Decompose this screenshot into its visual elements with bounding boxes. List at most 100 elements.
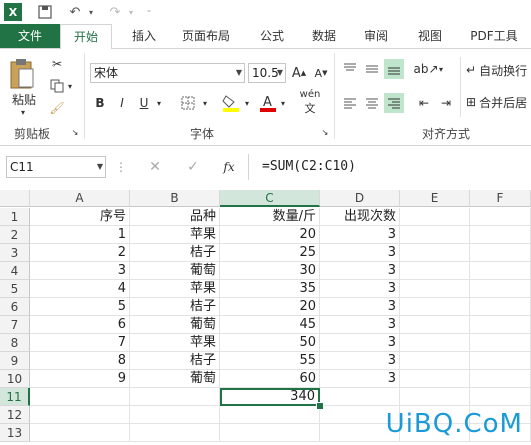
cell-a8[interactable]: 7 xyxy=(30,334,130,352)
redo-dropdown-icon[interactable]: ▾ xyxy=(126,3,136,21)
copy-icon[interactable] xyxy=(48,77,66,95)
cell-f8[interactable] xyxy=(470,334,531,352)
font-size-dropdown[interactable]: 10.5 ▼ xyxy=(248,63,286,83)
cell-e8[interactable] xyxy=(400,334,470,352)
cell-b13[interactable] xyxy=(130,424,220,442)
cell-b10[interactable]: 葡萄 xyxy=(130,370,220,388)
merge-center-button[interactable]: ⊞ 合并后居 xyxy=(466,93,531,111)
cell-c11-selected[interactable]: 340 xyxy=(220,388,320,406)
underline-dropdown-icon[interactable]: ▾ xyxy=(154,93,164,113)
fill-color-dropdown-icon[interactable]: ▾ xyxy=(242,93,252,113)
fill-color-icon[interactable] xyxy=(220,91,242,115)
cell-a3[interactable]: 2 xyxy=(30,244,130,262)
row-header-4[interactable]: 4 xyxy=(0,262,30,280)
decrease-font-icon[interactable]: A ▼ xyxy=(312,63,330,83)
row-header-9[interactable]: 9 xyxy=(0,352,30,370)
column-header-d[interactable]: D xyxy=(320,190,400,207)
enter-icon[interactable]: ✓ xyxy=(184,158,202,176)
select-all-corner[interactable] xyxy=(0,190,30,207)
tab-insert[interactable]: 插入 xyxy=(128,24,160,48)
cell-d8[interactable]: 3 xyxy=(320,334,400,352)
align-right-icon[interactable] xyxy=(384,93,404,113)
font-color-dropdown-icon[interactable]: ▾ xyxy=(278,93,288,113)
cell-a12[interactable] xyxy=(30,406,130,424)
cell-c6[interactable]: 20 xyxy=(220,298,320,316)
bold-button[interactable]: B xyxy=(92,93,108,113)
copy-dropdown-icon[interactable]: ▾ xyxy=(66,79,74,93)
cell-d3[interactable]: 3 xyxy=(320,244,400,262)
row-header-5[interactable]: 5 xyxy=(0,280,30,298)
cell-c13[interactable] xyxy=(220,424,320,442)
cell-e5[interactable] xyxy=(400,280,470,298)
cell-d4[interactable]: 3 xyxy=(320,262,400,280)
cell-b9[interactable]: 桔子 xyxy=(130,352,220,370)
wrap-text-button[interactable]: ↵ 自动换行 xyxy=(466,61,531,79)
insert-function-icon[interactable]: fx xyxy=(220,158,238,176)
cell-c10[interactable]: 60 xyxy=(220,370,320,388)
cut-icon[interactable]: ✂ xyxy=(48,55,66,73)
cell-c7[interactable]: 45 xyxy=(220,316,320,334)
font-name-dropdown[interactable]: 宋体 ▼ xyxy=(90,63,245,83)
redo-icon[interactable]: ↷ xyxy=(106,3,124,21)
cell-f5[interactable] xyxy=(470,280,531,298)
cell-d5[interactable]: 3 xyxy=(320,280,400,298)
row-header-6[interactable]: 6 xyxy=(0,298,30,316)
cell-e3[interactable] xyxy=(400,244,470,262)
cell-a13[interactable] xyxy=(30,424,130,442)
cell-c1[interactable]: 数量/斤 xyxy=(220,208,320,226)
row-header-13[interactable]: 13 xyxy=(0,424,30,442)
cell-c12[interactable] xyxy=(220,406,320,424)
align-top-icon[interactable] xyxy=(340,59,360,79)
cell-f11[interactable] xyxy=(470,388,531,406)
row-header-1[interactable]: 1 xyxy=(0,208,30,226)
row-header-10[interactable]: 10 xyxy=(0,370,30,388)
cell-d10[interactable]: 3 xyxy=(320,370,400,388)
cell-a2[interactable]: 1 xyxy=(30,226,130,244)
column-header-c[interactable]: C xyxy=(220,190,320,207)
format-painter-icon[interactable]: 🖌 xyxy=(48,99,66,117)
paste-button[interactable]: 粘贴 xyxy=(8,91,40,107)
cell-b11[interactable] xyxy=(130,388,220,406)
orientation-icon[interactable]: ab↗ xyxy=(413,59,438,79)
tab-home[interactable]: 开始 xyxy=(60,24,112,49)
cell-a10[interactable]: 9 xyxy=(30,370,130,388)
cell-e2[interactable] xyxy=(400,226,470,244)
cell-b1[interactable]: 品种 xyxy=(130,208,220,226)
cell-e10[interactable] xyxy=(400,370,470,388)
cell-f1[interactable] xyxy=(470,208,531,226)
cell-a9[interactable]: 8 xyxy=(30,352,130,370)
clipboard-launcher-icon[interactable]: ↘ xyxy=(70,127,80,137)
decrease-indent-icon[interactable]: ⇤ xyxy=(414,93,434,113)
cell-a5[interactable]: 4 xyxy=(30,280,130,298)
cell-c5[interactable]: 35 xyxy=(220,280,320,298)
increase-font-icon[interactable]: A ▲ xyxy=(290,63,308,83)
cell-d1[interactable]: 出现次数 xyxy=(320,208,400,226)
row-header-12[interactable]: 12 xyxy=(0,406,30,424)
cell-e9[interactable] xyxy=(400,352,470,370)
cell-e7[interactable] xyxy=(400,316,470,334)
cell-b12[interactable] xyxy=(130,406,220,424)
cell-f9[interactable] xyxy=(470,352,531,370)
formula-input[interactable]: =SUM(C2:C10) xyxy=(262,158,356,176)
align-bottom-icon[interactable] xyxy=(384,59,404,79)
font-color-icon[interactable]: A xyxy=(258,91,278,115)
cell-b8[interactable]: 苹果 xyxy=(130,334,220,352)
row-header-8[interactable]: 8 xyxy=(0,334,30,352)
column-header-b[interactable]: B xyxy=(130,190,220,207)
cell-d6[interactable]: 3 xyxy=(320,298,400,316)
save-icon[interactable] xyxy=(36,3,54,21)
font-launcher-icon[interactable]: ↘ xyxy=(320,127,330,137)
cell-f6[interactable] xyxy=(470,298,531,316)
tab-file[interactable]: 文件 xyxy=(0,24,60,48)
cell-a7[interactable]: 6 xyxy=(30,316,130,334)
tab-pdf-tools[interactable]: PDF工具 xyxy=(466,24,522,48)
cell-f7[interactable] xyxy=(470,316,531,334)
worksheet-grid[interactable]: A B C D E F 1 序号 品种 数量/斤 出现次数 2 1 苹果 20 3 3 2 桔子 25 3 4 3 葡萄 30 3… xyxy=(0,190,531,445)
cell-d9[interactable]: 3 xyxy=(320,352,400,370)
cell-b5[interactable]: 苹果 xyxy=(130,280,220,298)
cell-f4[interactable] xyxy=(470,262,531,280)
cell-c9[interactable]: 55 xyxy=(220,352,320,370)
paste-icon[interactable] xyxy=(6,55,38,93)
column-header-a[interactable]: A xyxy=(30,190,130,207)
tab-view[interactable]: 视图 xyxy=(414,24,446,48)
